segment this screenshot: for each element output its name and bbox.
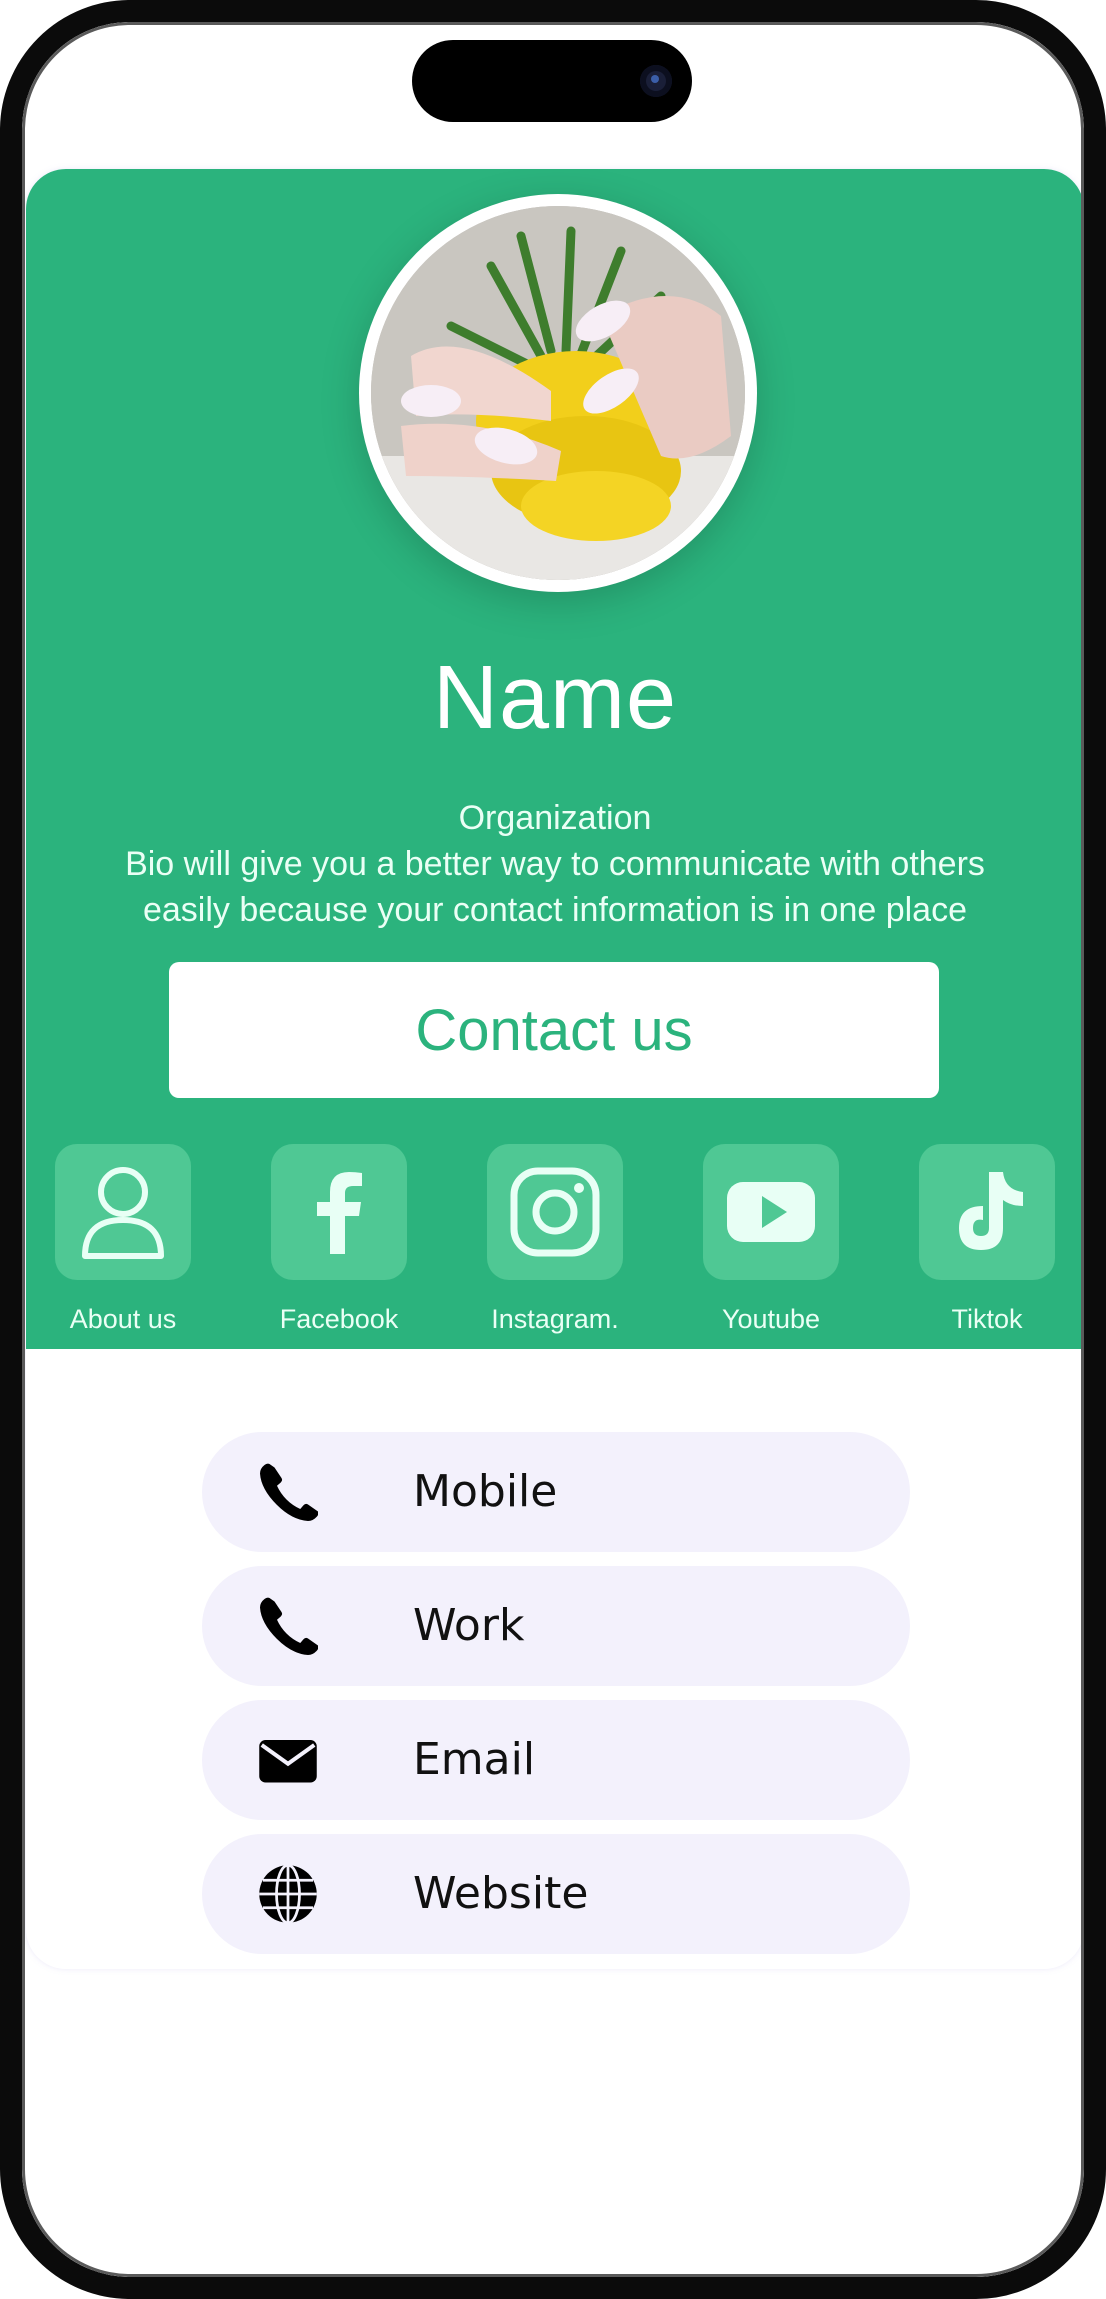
avatar-photo [371, 206, 745, 580]
profile-card: Name Organization Bio will give you a be… [26, 169, 1084, 1969]
envelope-icon [259, 1740, 317, 1783]
contact-row-website[interactable]: Website [202, 1834, 910, 1954]
contact-row-work[interactable]: Work [202, 1566, 910, 1686]
facebook-icon [317, 1172, 362, 1254]
contact-row-mobile[interactable]: Mobile [202, 1432, 910, 1552]
dynamic-island [412, 40, 692, 122]
contact-row-email[interactable]: Email [202, 1700, 910, 1820]
organization-text: Organization [458, 799, 652, 837]
bio-text: Bio will give you a better way to commun… [125, 845, 985, 929]
social-facebook[interactable] [271, 1144, 407, 1280]
social-tile [919, 1144, 1055, 1280]
contact-us-button[interactable]: Contact us [169, 962, 939, 1098]
social-label-instagram: Instagram. [491, 1304, 619, 1334]
profile-name: Name [432, 648, 678, 748]
globe-icon [259, 1864, 317, 1924]
social-tile [487, 1144, 623, 1280]
contact-label-email: Email [413, 1734, 536, 1785]
social-youtube[interactable] [703, 1144, 839, 1280]
social-label-tiktok: Tiktok [951, 1304, 1023, 1334]
youtube-icon [727, 1182, 815, 1242]
social-tile [55, 1144, 191, 1280]
person-icon [82, 1167, 164, 1259]
phone-icon [260, 1597, 318, 1655]
social-label-facebook: Facebook [279, 1304, 399, 1334]
instagram-icon [510, 1167, 600, 1257]
contact-label-mobile: Mobile [413, 1466, 558, 1517]
social-label-youtube: Youtube [721, 1304, 821, 1334]
social-label-about-us: About us [69, 1304, 177, 1334]
front-camera-icon [640, 65, 672, 97]
social-tile [271, 1144, 407, 1280]
contact-label-website: Website [413, 1868, 589, 1919]
social-instagram[interactable] [487, 1144, 623, 1280]
phone-icon [260, 1463, 318, 1521]
social-tiktok[interactable] [919, 1144, 1055, 1280]
avatar [359, 194, 757, 592]
phone-frame: Name Organization Bio will give you a be… [0, 0, 1106, 2299]
social-tile [703, 1144, 839, 1280]
profile-header: Name Organization Bio will give you a be… [26, 169, 1084, 1349]
contact-label-work: Work [413, 1600, 525, 1651]
social-about-us[interactable] [55, 1144, 191, 1280]
tiktok-icon [959, 1172, 1023, 1250]
